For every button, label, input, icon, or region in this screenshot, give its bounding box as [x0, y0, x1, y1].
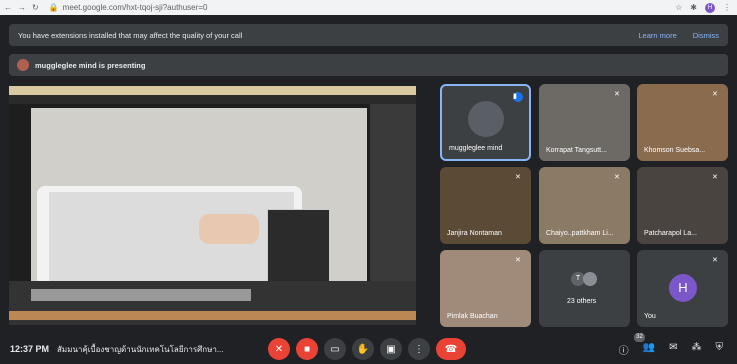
- frame-strip: [31, 289, 251, 301]
- participant-tile[interactable]: ✕ Patcharapol La...: [637, 167, 728, 244]
- participant-name: 23 others: [567, 298, 597, 305]
- host-controls-icon[interactable]: ⛨: [716, 342, 724, 357]
- end-call-button[interactable]: ☎: [436, 338, 466, 360]
- present-button[interactable]: ▣: [380, 338, 402, 360]
- captions-button[interactable]: ▭: [324, 338, 346, 360]
- avatar: [468, 101, 504, 137]
- mic-off-icon: ✕: [712, 91, 718, 98]
- side-controls: ⓘ 👥 ✉ ⁂ ⛨: [619, 342, 723, 357]
- mic-off-icon: ✕: [614, 91, 620, 98]
- mic-off-icon: ✕: [274, 343, 284, 355]
- info-icon[interactable]: ⓘ: [619, 342, 629, 357]
- presenter-avatar: [17, 59, 29, 71]
- camera-off-icon: ■: [303, 343, 311, 355]
- participant-tile[interactable]: ✕ Khomson Suebsa...: [637, 84, 728, 161]
- extensions-banner: You have extensions installed that may a…: [9, 24, 728, 46]
- avatar: H: [669, 274, 697, 302]
- participant-name: Khomson Suebsa...: [644, 147, 706, 154]
- participant-name: Pimlak Buachan: [447, 313, 498, 320]
- speaking-icon: ▮: [513, 92, 523, 102]
- meeting-title: สัมมนาคุ้เบื้องชาญด้านนักเทคโนโลยีการศึก…: [57, 344, 224, 354]
- call-controls: ✕ ■ ▭ ✋ ▣ ⋮ ☎: [268, 338, 466, 360]
- more-icon[interactable]: ⋮: [723, 3, 731, 12]
- avatar: [583, 272, 597, 286]
- screen-menu-bar: [9, 86, 416, 95]
- people-icon[interactable]: 👥: [643, 342, 655, 357]
- more-icon: ⋮: [414, 343, 424, 355]
- back-icon[interactable]: ←: [4, 3, 12, 12]
- participant-tile[interactable]: ▮ muggleglee mind: [440, 84, 531, 161]
- participant-tile[interactable]: ✕ Janjira Nontaman: [440, 167, 531, 244]
- participant-name: muggleglee mind: [449, 145, 503, 152]
- participant-name: You: [644, 313, 656, 320]
- timeline: [9, 281, 416, 325]
- activities-icon[interactable]: ⁂: [692, 342, 702, 357]
- shared-screen: [9, 86, 416, 325]
- extensions-icon[interactable]: ✱: [690, 3, 697, 12]
- participant-count-badge: 32: [634, 333, 645, 342]
- presenting-bar: muggleglee mind is presenting: [9, 54, 728, 76]
- profile-avatar[interactable]: H: [705, 2, 715, 13]
- raise-hand-button[interactable]: ✋: [352, 338, 374, 360]
- hand-icon: ✋: [356, 343, 370, 355]
- banner-message: You have extensions installed that may a…: [18, 30, 243, 40]
- others-tile[interactable]: T 23 others: [539, 250, 630, 327]
- mic-off-icon: ✕: [712, 257, 718, 264]
- dismiss-button[interactable]: Dismiss: [693, 31, 719, 40]
- participant-tile[interactable]: ✕ Korrapat Tangsutt...: [539, 84, 630, 161]
- screen-toolbar: [9, 95, 416, 104]
- present-icon: ▣: [386, 343, 396, 355]
- forward-icon[interactable]: →: [18, 3, 26, 12]
- reload-icon[interactable]: ↻: [32, 3, 39, 12]
- participant-name: Chaiyo..pattkham Li...: [546, 230, 614, 237]
- camera-toggle-button[interactable]: ■: [296, 338, 318, 360]
- mic-off-icon: ✕: [712, 174, 718, 181]
- timeline-bar: [9, 311, 416, 320]
- self-tile[interactable]: ✕ H You: [637, 250, 728, 327]
- presenting-text: muggleglee mind is presenting: [35, 60, 146, 70]
- participant-name: Patcharapol La...: [644, 230, 697, 237]
- mic-off-icon: ✕: [515, 257, 521, 264]
- browser-toolbar: ← → ↻ 🔒 meet.google.com/hxt-tqoj-sji?aut…: [0, 0, 737, 15]
- address-bar[interactable]: 🔒 meet.google.com/hxt-tqoj-sji?authuser=…: [49, 3, 675, 12]
- chat-icon[interactable]: ✉: [669, 342, 677, 357]
- learn-more-link[interactable]: Learn more: [638, 31, 676, 40]
- participant-name: Korrapat Tangsutt...: [546, 147, 607, 154]
- mic-toggle-button[interactable]: ✕: [268, 338, 290, 360]
- hand-image: [199, 214, 259, 244]
- participant-name: Janjira Nontaman: [447, 230, 502, 237]
- url-text: meet.google.com/hxt-tqoj-sji?authuser=0: [62, 3, 208, 12]
- captions-icon: ▭: [330, 343, 340, 355]
- clock: 12:37 PM: [10, 344, 50, 354]
- participant-tile[interactable]: ✕ Pimlak Buachan: [440, 250, 531, 327]
- phone-icon: ☎: [444, 343, 458, 355]
- more-options-button[interactable]: ⋮: [408, 338, 430, 360]
- mic-off-icon: ✕: [515, 174, 521, 181]
- lock-icon: 🔒: [48, 3, 59, 12]
- star-icon[interactable]: ☆: [675, 3, 682, 12]
- participant-tile[interactable]: ✕ Chaiyo..pattkham Li...: [539, 167, 630, 244]
- mic-off-icon: ✕: [614, 174, 620, 181]
